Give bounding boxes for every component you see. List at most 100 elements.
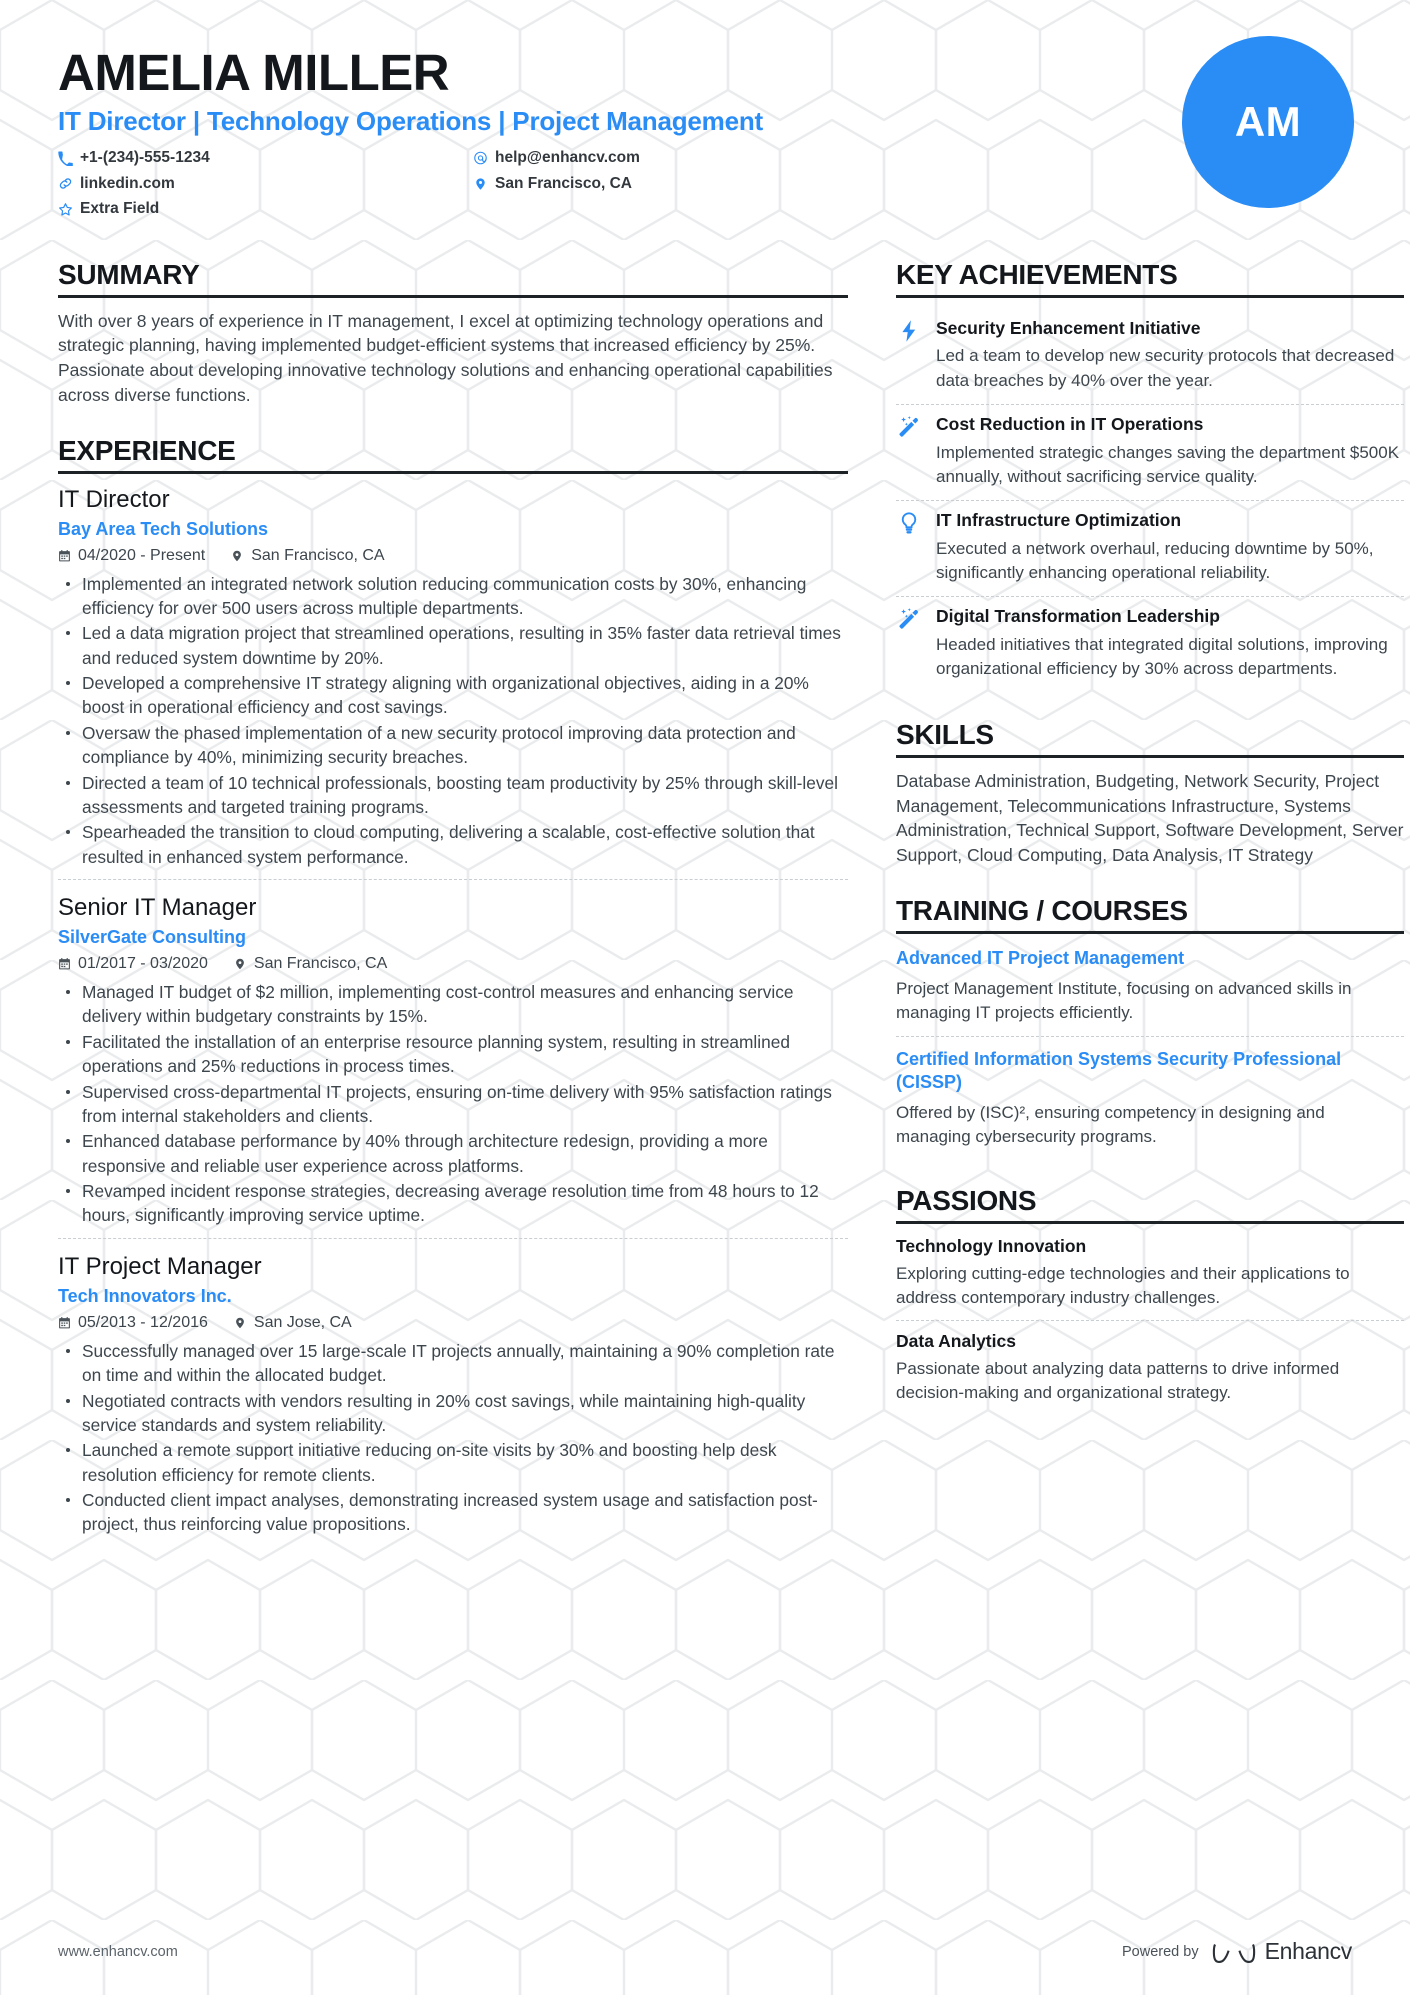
experience-item: IT Director Bay Area Tech Solutions 04/2… <box>58 485 848 880</box>
contact-phone[interactable]: +1-(234)-555-1234 <box>58 147 473 169</box>
passion-item: Technology Innovation Exploring cutting-… <box>896 1235 1404 1320</box>
enhancv-logo-icon <box>1212 1943 1255 1963</box>
job-bullet: Developed a comprehensive IT strategy al… <box>58 671 848 720</box>
passion-title: Data Analytics <box>896 1331 1016 1352</box>
achievement-title: Security Enhancement Initiative <box>936 317 1201 338</box>
summary-text: With over 8 years of experience in IT ma… <box>58 310 833 406</box>
achievement-body: Security Enhancement Initiative Led a te… <box>936 318 1404 393</box>
experience-item: IT Project Manager Tech Innovators Inc. <box>58 1237 848 1547</box>
course-description: Project Management Institute, focusing o… <box>896 978 1352 1022</box>
avatar: AM <box>1182 36 1354 208</box>
brand-logo: Enhancv <box>1212 1938 1352 1965</box>
course-item: Advanced IT Project Management Project M… <box>896 945 1404 1036</box>
job-bullet: Managed IT budget of $2 million, impleme… <box>58 980 848 1029</box>
job-location: San Jose, CA <box>234 1314 352 1332</box>
contact-email[interactable]: help@enhancv.com <box>473 147 818 169</box>
job-company[interactable]: SilverGate Consulting <box>58 927 848 948</box>
achievement-title: IT Infrastructure Optimization <box>936 509 1182 530</box>
job-bullets: Implemented an integrated network soluti… <box>58 572 848 870</box>
contact-extra-field[interactable]: Extra Field <box>58 198 473 220</box>
job-company[interactable]: Tech Innovators Inc. <box>58 1286 848 1307</box>
course-title[interactable]: Advanced IT Project Management <box>896 947 1404 970</box>
job-title: IT Project Manager <box>58 1252 262 1280</box>
contact-linkedin-value: linkedin.com <box>80 174 175 192</box>
job-location: San Francisco, CA <box>231 546 385 565</box>
job-dates-value: 05/2013 - 12/2016 <box>78 1313 208 1331</box>
job-bullet: Oversaw the phased implementation of a n… <box>58 721 848 770</box>
skills-heading: SKILLS <box>896 719 994 751</box>
section-key-achievements: KEY ACHIEVEMENTS Security Enhancement In… <box>896 258 1404 692</box>
achievement-body: Digital Transformation Leadership Headed… <box>936 606 1404 681</box>
job-bullet: Supervised cross-departmental IT project… <box>58 1080 848 1129</box>
phone-icon <box>58 151 73 166</box>
experience-heading: EXPERIENCE <box>58 434 236 466</box>
powered-by-label: Powered by <box>1122 1943 1199 1960</box>
contact-phone-value: +1-(234)-555-1234 <box>80 149 210 167</box>
achievement-item: Security Enhancement Initiative Led a te… <box>896 309 1404 404</box>
job-company[interactable]: Bay Area Tech Solutions <box>58 519 848 540</box>
footer-url[interactable]: www.enhancv.com <box>58 1944 178 1960</box>
job-bullet: Conducted client impact analyses, demons… <box>58 1488 848 1537</box>
passion-item: Data Analytics Passionate about analyzin… <box>896 1320 1404 1415</box>
contact-linkedin[interactable]: linkedin.com <box>58 173 473 195</box>
location-icon <box>234 1316 247 1330</box>
course-item: Certified Information Systems Security P… <box>896 1035 1404 1160</box>
skills-text: Database Administration, Budgeting, Netw… <box>896 770 1404 866</box>
job-location-value: San Francisco, CA <box>251 546 385 564</box>
location-icon <box>231 549 244 563</box>
achievement-body: IT Infrastructure Optimization Executed … <box>936 510 1404 585</box>
passions-heading: PASSIONS <box>896 1185 1037 1217</box>
job-dates-value: 04/2020 - Present <box>78 546 206 564</box>
professional-headline: IT Director | Technology Operations | Pr… <box>58 106 763 137</box>
training-heading: TRAINING / COURSES <box>896 895 1188 927</box>
achievement-title: Cost Reduction in IT Operations <box>936 413 1204 434</box>
job-bullet: Launched a remote support initiative red… <box>58 1438 848 1487</box>
achievement-item: Digital Transformation Leadership Headed… <box>896 595 1404 692</box>
brand-name: Enhancv <box>1264 1938 1353 1964</box>
calendar-icon <box>58 957 71 971</box>
job-bullet: Implemented an integrated network soluti… <box>58 572 848 621</box>
job-meta: 04/2020 - Present San Francisco, CA <box>58 547 848 565</box>
job-dates: 04/2020 - Present <box>58 547 205 565</box>
job-bullet: Directed a team of 10 technical professi… <box>58 771 848 820</box>
calendar-icon <box>58 549 71 563</box>
section-training-courses: TRAINING / COURSES Advanced IT Project M… <box>896 894 1404 1160</box>
job-bullet: Spearheaded the transition to cloud comp… <box>58 820 848 869</box>
lightbulb-icon <box>896 510 922 536</box>
job-bullet: Enhanced database performance by 40% thr… <box>58 1129 848 1178</box>
achievement-description: Implemented strategic changes saving the… <box>936 442 1400 486</box>
job-meta: 05/2013 - 12/2016 San Jose, CA <box>58 1314 848 1332</box>
section-passions: PASSIONS Technology Innovation Exploring… <box>896 1184 1404 1415</box>
job-bullet: Facilitated the installation of an enter… <box>58 1030 848 1079</box>
job-bullets: Managed IT budget of $2 million, impleme… <box>58 980 848 1228</box>
calendar-icon <box>58 1316 71 1330</box>
passion-description: Passionate about analyzing data patterns… <box>896 1359 1340 1403</box>
job-dates-value: 01/2017 - 03/2020 <box>78 955 208 973</box>
job-location-value: San Francisco, CA <box>253 955 388 973</box>
footer-branding: Powered by Enhancv <box>1122 1938 1352 1965</box>
section-divider <box>896 1220 1404 1224</box>
link-icon <box>58 176 73 191</box>
section-divider <box>58 294 848 298</box>
contact-extra-field-value: Extra Field <box>80 199 160 217</box>
resume-page: AMELIA MILLER IT Director | Technology O… <box>0 0 1410 1995</box>
right-column: KEY ACHIEVEMENTS Security Enhancement In… <box>896 258 1404 1549</box>
location-icon <box>473 176 488 191</box>
job-bullets: Successfully managed over 15 large-scale… <box>58 1339 848 1537</box>
section-experience: EXPERIENCE IT Director Bay Area Tech Sol… <box>58 434 848 1547</box>
course-title[interactable]: Certified Information Systems Security P… <box>896 1048 1404 1094</box>
passion-description: Exploring cutting-edge technologies and … <box>896 1263 1350 1307</box>
job-meta: 01/2017 - 03/2020 San Francisco, CA <box>58 955 848 973</box>
section-divider <box>896 930 1404 934</box>
section-divider <box>896 294 1404 298</box>
contact-location[interactable]: San Francisco, CA <box>473 173 818 195</box>
achievement-item: Cost Reduction in IT Operations Implemen… <box>896 403 1404 500</box>
job-bullet: Negotiated contracts with vendors result… <box>58 1389 848 1438</box>
achievement-item: IT Infrastructure Optimization Executed … <box>896 499 1404 596</box>
contact-email-value: help@enhancv.com <box>495 149 640 167</box>
course-description: Offered by (ISC)², ensuring competency i… <box>896 1103 1325 1147</box>
magic-wand-icon <box>896 414 922 440</box>
job-bullet: Successfully managed over 15 large-scale… <box>58 1339 848 1388</box>
page-footer: www.enhancv.com Powered by Enhancv <box>58 1938 1352 1965</box>
job-bullet: Led a data migration project that stream… <box>58 621 848 670</box>
